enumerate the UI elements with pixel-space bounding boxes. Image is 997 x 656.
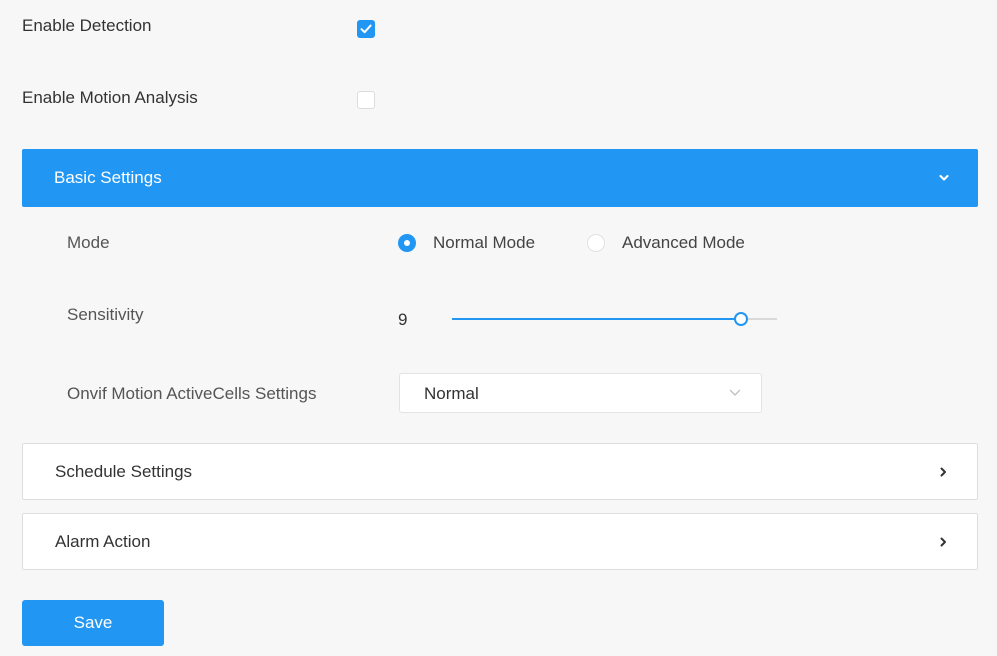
check-icon (360, 24, 372, 34)
sensitivity-slider[interactable] (452, 310, 777, 328)
save-button[interactable]: Save (22, 600, 164, 646)
enable-motion-analysis-checkbox[interactable] (357, 91, 375, 109)
chevron-down-icon (729, 389, 741, 396)
chevron-right-icon (940, 467, 946, 477)
onvif-settings-label: Onvif Motion ActiveCells Settings (67, 384, 317, 403)
sensitivity-value: 9 (398, 310, 408, 329)
radio-unselected-icon (587, 234, 605, 252)
chevron-down-icon (939, 174, 949, 181)
slider-fill (452, 318, 741, 320)
onvif-settings-select[interactable]: Normal (399, 373, 762, 413)
basic-settings-header[interactable]: Basic Settings (22, 149, 978, 207)
chevron-right-icon (940, 537, 946, 547)
alarm-action-header[interactable]: Alarm Action (22, 513, 978, 570)
radio-normal-mode[interactable]: Normal Mode (398, 233, 535, 253)
schedule-settings-header[interactable]: Schedule Settings (22, 443, 978, 500)
radio-selected-icon (398, 234, 416, 252)
radio-advanced-mode-label: Advanced Mode (622, 233, 745, 252)
mode-label: Mode (67, 233, 110, 252)
enable-detection-label: Enable Detection (22, 16, 152, 35)
radio-advanced-mode[interactable]: Advanced Mode (587, 233, 745, 253)
schedule-settings-title: Schedule Settings (55, 462, 193, 481)
enable-detection-checkbox[interactable] (357, 20, 375, 38)
onvif-settings-value: Normal (424, 384, 479, 403)
basic-settings-title: Basic Settings (54, 168, 162, 187)
alarm-action-title: Alarm Action (55, 532, 151, 551)
slider-thumb[interactable] (734, 312, 748, 326)
enable-motion-analysis-label: Enable Motion Analysis (22, 88, 198, 107)
radio-normal-mode-label: Normal Mode (433, 233, 536, 252)
sensitivity-label: Sensitivity (67, 305, 144, 324)
